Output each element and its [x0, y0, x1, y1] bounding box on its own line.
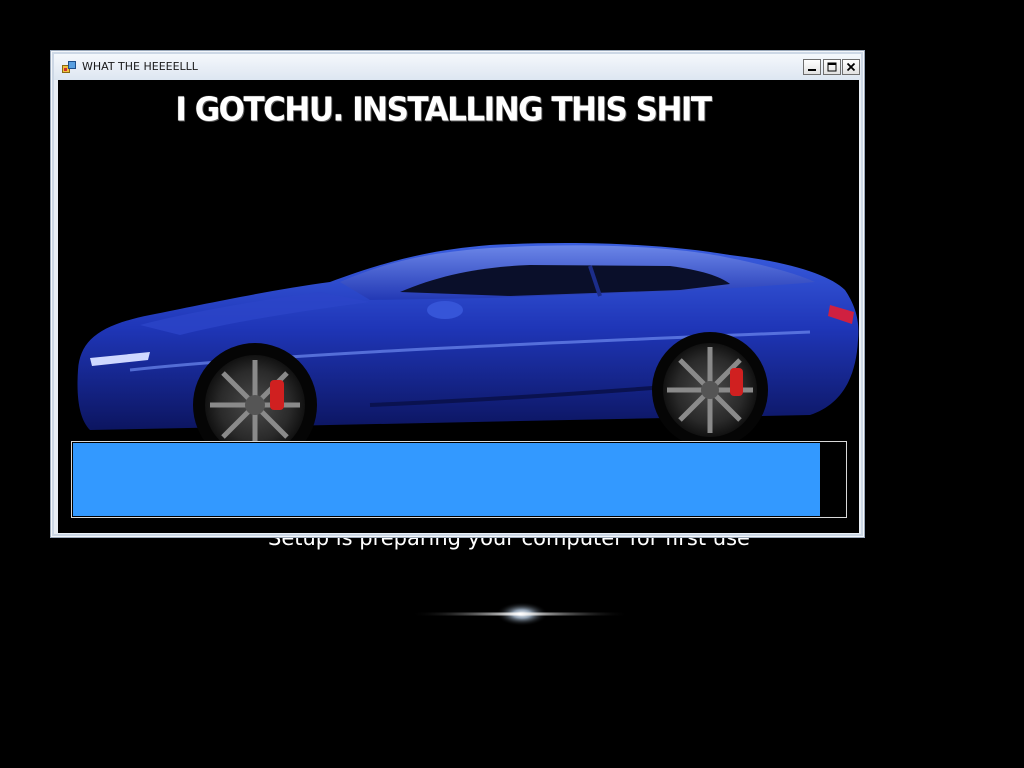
- car-image: [77, 243, 859, 445]
- title-bar[interactable]: WHAT THE HEEEELLL: [54, 54, 861, 80]
- maximize-icon: [827, 62, 837, 72]
- close-icon: [846, 62, 856, 72]
- close-button[interactable]: [842, 59, 860, 75]
- loading-glow: [410, 602, 630, 626]
- window-content: I GOTCHU. INSTALLING THIS SHIT: [58, 80, 859, 533]
- progress-fill: [73, 443, 820, 516]
- minimize-icon: [808, 69, 816, 71]
- app-icon: [62, 61, 76, 73]
- installer-heading: I GOTCHU. INSTALLING THIS SHIT: [175, 91, 712, 129]
- maximize-button[interactable]: [823, 59, 841, 75]
- install-progress-bar: [71, 441, 847, 518]
- window-title: WHAT THE HEEEELLL: [82, 60, 198, 73]
- desktop-background: Setup is preparing your computer for fir…: [0, 0, 1024, 768]
- installer-window: WHAT THE HEEEELLL I GOTCHU. INSTALLING T…: [50, 50, 865, 538]
- minimize-button[interactable]: [803, 59, 821, 75]
